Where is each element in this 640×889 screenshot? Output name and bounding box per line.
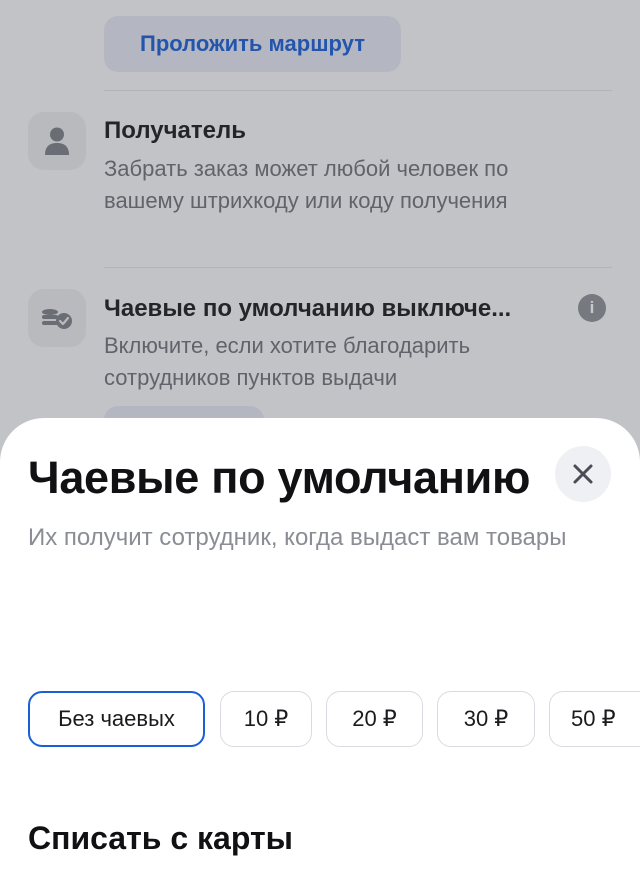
tip-option-30[interactable]: 30 ₽ <box>437 691 535 747</box>
tip-option-none[interactable]: Без чаевых <box>28 691 205 747</box>
card-section-title: Списать с карты <box>28 820 293 856</box>
sheet-subtitle: Их получит сотрудник, когда выдаст вам т… <box>28 524 567 551</box>
tips-bottom-sheet: Чаевые по умолчанию Их получит сотрудник… <box>0 418 640 889</box>
close-icon <box>573 464 593 484</box>
tip-option-50[interactable]: 50 ₽ <box>549 691 640 747</box>
sheet-title: Чаевые по умолчанию <box>28 452 531 503</box>
close-button[interactable] <box>555 446 611 502</box>
screen: Проложить маршрут Получатель Забрать зак… <box>0 0 640 889</box>
tip-option-10[interactable]: 10 ₽ <box>220 691 312 747</box>
tip-option-20[interactable]: 20 ₽ <box>326 691 423 747</box>
